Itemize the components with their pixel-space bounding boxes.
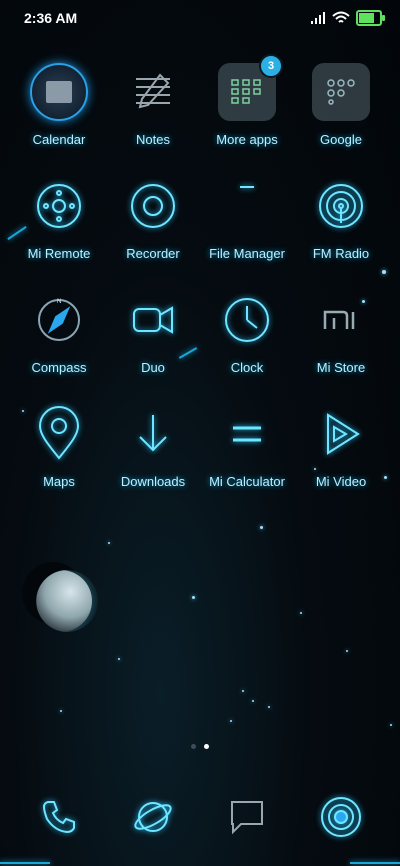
file-manager-icon <box>217 176 277 236</box>
clock-icon <box>217 290 277 350</box>
compass-icon: N <box>29 290 89 350</box>
app-label: Mi Video <box>315 474 367 489</box>
messages-icon <box>231 800 263 834</box>
video-camera-icon <box>123 290 183 350</box>
folder-icon <box>311 62 371 122</box>
app-mi-store[interactable]: Mi Store <box>294 290 388 404</box>
app-mi-video[interactable]: Mi Video <box>294 404 388 518</box>
remote-icon <box>29 176 89 236</box>
camera-icon <box>321 796 361 837</box>
app-mi-remote[interactable]: Mi Remote <box>12 176 106 290</box>
dock <box>12 786 388 852</box>
app-calendar[interactable]: Calendar <box>12 62 106 176</box>
app-label: Mi Remote <box>27 246 91 261</box>
app-label: More apps <box>216 132 278 147</box>
radio-icon <box>311 176 371 236</box>
notes-icon <box>123 62 183 122</box>
app-label: Compass <box>31 360 87 375</box>
dock-browser[interactable] <box>131 795 175 844</box>
app-mi-calculator[interactable]: Mi Calculator <box>200 404 294 518</box>
app-label: File Manager <box>209 246 285 261</box>
page-dot[interactable] <box>191 744 196 749</box>
notification-badge: 3 <box>259 54 283 78</box>
phone-icon <box>42 800 75 833</box>
dock-glow-right <box>350 862 400 864</box>
app-file-manager[interactable]: File Manager <box>200 176 294 290</box>
play-icon <box>311 404 371 464</box>
status-icons <box>310 10 385 26</box>
dock-glow-left <box>0 862 50 864</box>
app-label: Recorder <box>126 246 180 261</box>
wifi-icon <box>332 11 350 23</box>
svg-text:N: N <box>57 299 61 305</box>
dock-messages[interactable] <box>227 797 267 842</box>
app-grid: Calendar Notes 3 More apps Google Mi Rem… <box>12 54 388 518</box>
calculator-icon <box>217 404 277 464</box>
status-bar: 2:36 AM <box>0 0 400 36</box>
battery-icon <box>356 10 385 26</box>
mi-store-icon <box>311 290 371 350</box>
signal-icon <box>311 12 325 24</box>
app-label: FM Radio <box>312 246 370 261</box>
app-label: Downloads <box>120 474 186 489</box>
app-folder-google[interactable]: Google <box>294 62 388 176</box>
app-clock[interactable]: Clock <box>200 290 294 404</box>
app-duo[interactable]: Duo <box>106 290 200 404</box>
app-fm-radio[interactable]: FM Radio <box>294 176 388 290</box>
dock-phone[interactable] <box>39 797 79 842</box>
page-indicator <box>0 744 400 749</box>
app-label: Duo <box>141 360 165 375</box>
folder-icon: 3 <box>217 54 283 122</box>
app-label: Maps <box>43 474 75 489</box>
app-label: Clock <box>230 360 264 375</box>
app-label: Calendar <box>32 132 86 147</box>
app-label: Mi Calculator <box>209 474 285 489</box>
calendar-icon <box>29 62 89 122</box>
download-icon <box>123 404 183 464</box>
app-label: Google <box>320 132 362 147</box>
app-compass[interactable]: N Compass <box>12 290 106 404</box>
app-notes[interactable]: Notes <box>106 62 200 176</box>
app-label: Mi Store <box>316 360 366 375</box>
app-downloads[interactable]: Downloads <box>106 404 200 518</box>
app-maps[interactable]: Maps <box>12 404 106 518</box>
recorder-icon <box>123 176 183 236</box>
app-recorder[interactable]: Recorder <box>106 176 200 290</box>
app-label: Notes <box>136 132 170 147</box>
map-pin-icon <box>29 404 89 464</box>
status-time: 2:36 AM <box>24 10 78 26</box>
page-dot-active[interactable] <box>204 744 209 749</box>
app-folder-more-apps[interactable]: 3 More apps <box>200 54 294 176</box>
browser-planet-icon <box>134 801 172 832</box>
dock-camera[interactable] <box>319 795 363 844</box>
